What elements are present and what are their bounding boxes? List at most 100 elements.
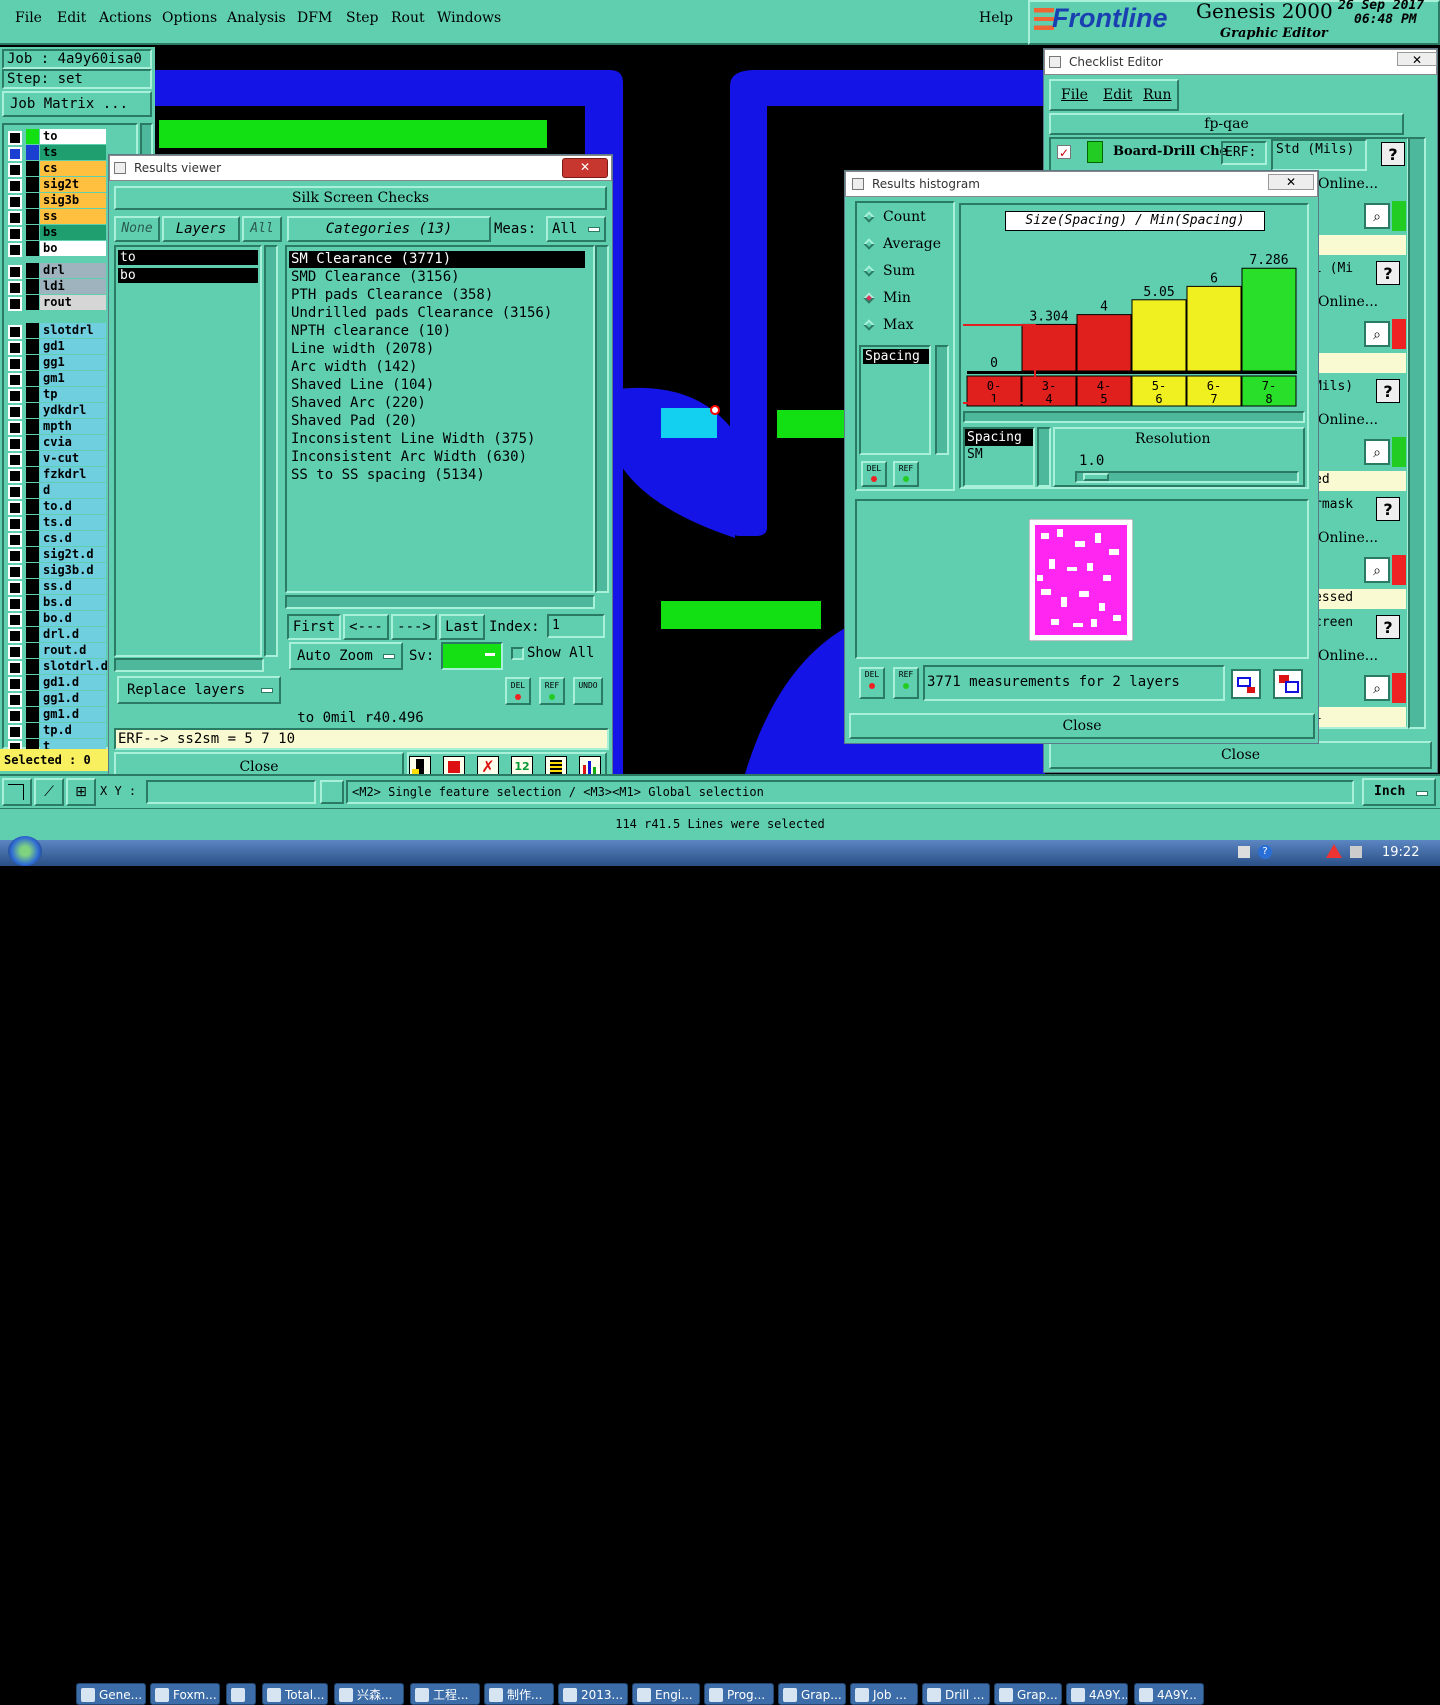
layer-name[interactable]: bs [40, 225, 106, 240]
layer-name[interactable]: gg1.d [40, 691, 106, 706]
layer-name[interactable]: mpth [40, 419, 106, 434]
layer-affected-checkbox[interactable] [8, 243, 22, 257]
layer-display-swatch[interactable] [26, 499, 39, 514]
layer-display-swatch[interactable] [26, 579, 39, 594]
list-item[interactable]: to [118, 250, 258, 265]
menu-windows[interactable]: Windows [437, 10, 501, 26]
menu-edit[interactable]: Edit [57, 10, 86, 26]
menu-actions[interactable]: Actions [99, 10, 152, 26]
layer-row[interactable]: to [6, 129, 142, 145]
aggregate-option-max[interactable]: Max [863, 315, 953, 337]
keyboard-icon[interactable] [1238, 846, 1250, 858]
del-button-bottom[interactable]: DEL [859, 667, 885, 699]
first-button[interactable]: First [287, 614, 341, 640]
menu-analysis[interactable]: Analysis [227, 10, 286, 26]
help-button[interactable]: ? [1376, 497, 1400, 521]
layer-affected-checkbox[interactable] [8, 613, 22, 627]
layer-affected-checkbox[interactable] [8, 405, 22, 419]
checklist-scrollbar[interactable] [1408, 137, 1426, 729]
layer-affected-checkbox[interactable] [8, 195, 22, 209]
category-item[interactable]: SS to SS spacing (5134) [291, 466, 485, 484]
layer-name[interactable]: drl [40, 263, 106, 278]
layer-display-swatch[interactable] [26, 451, 39, 466]
menu-options[interactable]: Options [162, 10, 217, 26]
online-button[interactable]: Online... [1314, 175, 1406, 197]
histogram-bar[interactable] [1021, 323, 1077, 372]
histogram-titlebar[interactable]: Results histogram ✕ [845, 171, 1318, 197]
layer-affected-checkbox[interactable] [8, 709, 22, 723]
taskbar-item[interactable]: 4A9Y... [1066, 1683, 1128, 1705]
category-item[interactable]: Inconsistent Arc Width (630) [291, 448, 527, 466]
layer-affected-checkbox[interactable] [8, 453, 22, 467]
layer-name[interactable]: rout [40, 295, 106, 310]
measure-scrollbar[interactable] [935, 345, 949, 455]
layer-display-swatch[interactable] [26, 387, 39, 402]
layer-affected-checkbox[interactable] [8, 517, 22, 531]
taskbar-item[interactable]: 制作... [484, 1683, 554, 1705]
taskbar-item[interactable]: Drill ... [922, 1683, 990, 1705]
layer-display-swatch[interactable] [26, 241, 39, 256]
close-icon[interactable]: ✕ [1268, 174, 1314, 190]
layer-affected-checkbox[interactable] [8, 179, 22, 193]
layer-name[interactable]: gm1.d [40, 707, 106, 722]
checklist-titlebar[interactable]: Checklist Editor ✕ [1044, 49, 1437, 75]
layer-display-swatch[interactable] [26, 295, 39, 310]
layer-name[interactable]: cs [40, 161, 106, 176]
layer-display-swatch[interactable] [26, 611, 39, 626]
taskbar-item[interactable]: Foxm... [150, 1683, 220, 1705]
layer-display-swatch[interactable] [26, 467, 39, 482]
layer-affected-checkbox[interactable] [8, 131, 22, 145]
layer-name[interactable]: ts [40, 145, 106, 160]
all-button[interactable]: All [242, 216, 282, 242]
ref-button-bottom[interactable]: REF [893, 667, 919, 699]
layer-display-swatch[interactable] [26, 435, 39, 450]
help-button[interactable]: ? [1376, 261, 1400, 285]
layer-name[interactable]: gd1 [40, 339, 106, 354]
aggregate-option-sum[interactable]: Sum [863, 261, 953, 283]
layer-name[interactable]: fzkdrl [40, 467, 106, 482]
layers-button[interactable]: Layers [162, 216, 240, 242]
results-viewer-titlebar[interactable]: Results viewer ✕ [109, 155, 612, 181]
layer-affected-checkbox[interactable] [8, 501, 22, 515]
help-button[interactable]: ? [1376, 615, 1400, 639]
layer-name[interactable]: ldi [40, 279, 106, 294]
checklist-row-name[interactable]: Board-Drill Che [1113, 144, 1228, 159]
resolution-slider[interactable] [1075, 471, 1299, 483]
layer-name[interactable]: ss [40, 209, 106, 224]
taskbar-item[interactable]: Engi... [632, 1683, 700, 1705]
layer-affected-checkbox[interactable] [8, 211, 22, 225]
layer-name[interactable]: ts.d [40, 515, 106, 530]
layer-display-swatch[interactable] [26, 675, 39, 690]
layer-display-swatch[interactable] [26, 371, 39, 386]
replace-layers-select[interactable]: Replace layers [117, 676, 281, 704]
taskbar-item[interactable]: Prog... [704, 1683, 774, 1705]
layer-display-swatch[interactable] [26, 339, 39, 354]
layer-display-swatch[interactable] [26, 145, 39, 160]
layer-name[interactable]: to.d [40, 499, 106, 514]
layer-affected-checkbox[interactable] [8, 677, 22, 691]
menu-file[interactable]: File [1061, 87, 1088, 103]
histogram-bar[interactable] [1241, 267, 1297, 372]
radio-icon[interactable] [863, 238, 875, 250]
layer-affected-checkbox[interactable] [8, 437, 22, 451]
category-item[interactable]: Undrilled pads Clearance (3156) [291, 304, 552, 322]
layer-name[interactable]: sig3b.d [40, 563, 106, 578]
grid-icon[interactable]: ⊞ [66, 778, 96, 806]
histogram-bar[interactable] [1131, 299, 1187, 372]
category-item[interactable]: Arc width (142) [291, 358, 417, 376]
slider-thumb[interactable] [1083, 473, 1109, 481]
layer-affected-checkbox[interactable] [8, 227, 22, 241]
histogram-bar[interactable] [1186, 285, 1242, 372]
taskbar-item[interactable]: Gene... [76, 1683, 146, 1705]
aggregate-option-average[interactable]: Average [863, 234, 953, 256]
layer-affected-checkbox[interactable] [8, 725, 22, 739]
zoom-icon[interactable]: ⌕ [1364, 439, 1390, 465]
category-item[interactable]: Line width (2078) [291, 340, 434, 358]
layer-affected-checkbox[interactable] [8, 357, 22, 371]
layer-affected-checkbox[interactable] [8, 373, 22, 387]
online-button[interactable]: Online... [1314, 293, 1406, 315]
layer-name[interactable]: rout.d [40, 643, 106, 658]
layer-display-swatch[interactable] [26, 707, 39, 722]
category-item[interactable]: Shaved Pad (20) [291, 412, 417, 430]
close-icon[interactable]: ✕ [562, 158, 608, 178]
